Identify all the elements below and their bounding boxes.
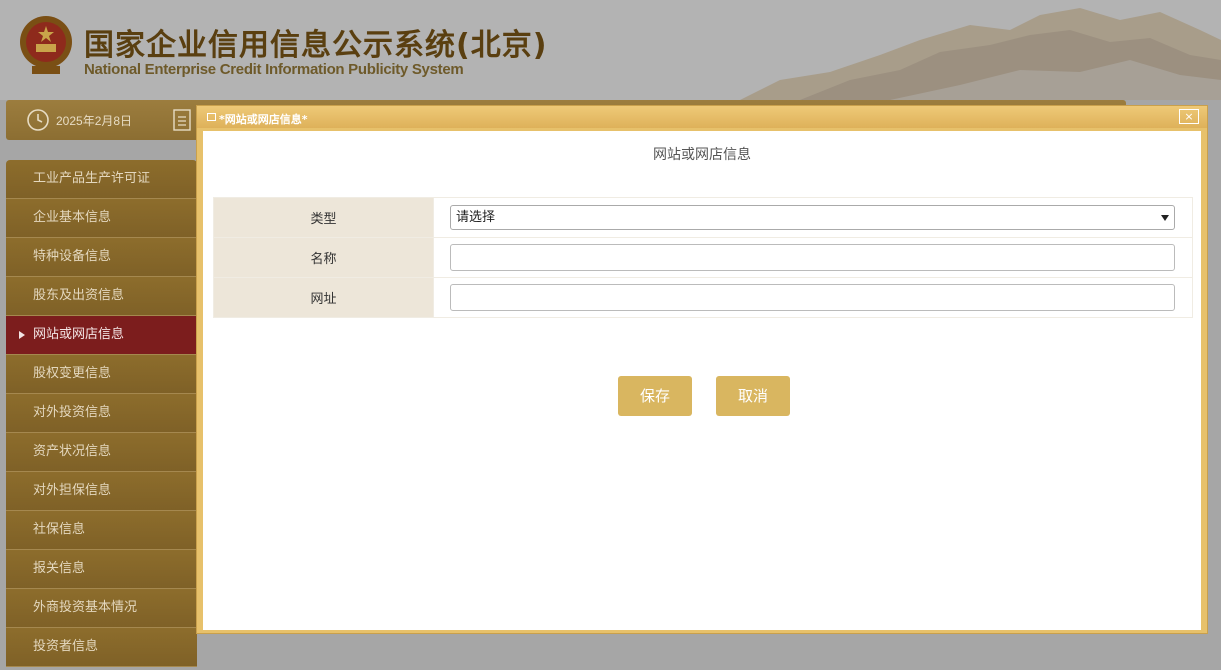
sidebar-item-guarantees[interactable]: 对外担保信息 (6, 472, 197, 511)
sidebar-item-social-security[interactable]: 社保信息 (6, 511, 197, 550)
dialog-body: 网站或网店信息 类型 请选择 名称 网址 保存 取消 (203, 131, 1201, 630)
clock-icon (27, 109, 49, 131)
form-row-name: 名称 (213, 237, 1193, 278)
cancel-button[interactable]: 取消 (716, 376, 790, 416)
mountain-illustration (740, 8, 1221, 100)
url-label: 网址 (213, 277, 434, 318)
form-heading: 网站或网店信息 (653, 147, 751, 163)
sidebar-item-investors[interactable]: 投资者信息 (6, 628, 197, 667)
website-form: 类型 请选择 名称 网址 (213, 197, 1193, 318)
sidebar-item-shareholders[interactable]: 股东及出资信息 (6, 277, 197, 316)
sidebar-nav: 工业产品生产许可证 企业基本信息 特种设备信息 股东及出资信息 网站或网店信息 … (6, 160, 197, 670)
name-label: 名称 (213, 237, 434, 278)
dialog-titlebar[interactable]: *网站或网店信息* × (197, 106, 1207, 128)
site-header: 国家企业信用信息公示系统(北京) National Enterprise Cre… (0, 0, 1221, 100)
name-input[interactable] (450, 244, 1175, 271)
sidebar-item-customs[interactable]: 报关信息 (6, 550, 197, 589)
website-info-dialog: *网站或网店信息* × 网站或网店信息 类型 请选择 名称 网址 保存 取消 (196, 105, 1208, 634)
site-title: 国家企业信用信息公示系统(北京) (84, 28, 548, 63)
close-icon[interactable]: × (1179, 109, 1199, 124)
type-select-value: 请选择 (456, 210, 496, 225)
sidebar-item-website[interactable]: 网站或网店信息 (6, 316, 197, 355)
sidebar-item-foreign-investment[interactable]: 外商投资基本情况 (6, 589, 197, 628)
form-row-type: 类型 请选择 (213, 197, 1193, 238)
national-emblem-icon (20, 16, 72, 74)
sidebar-item-basic-info[interactable]: 企业基本信息 (6, 199, 197, 238)
type-select[interactable]: 请选择 (450, 205, 1175, 230)
url-input[interactable] (450, 284, 1175, 311)
sidebar-item-outbound-investment[interactable]: 对外投资信息 (6, 394, 197, 433)
sidebar-item-assets[interactable]: 资产状况信息 (6, 433, 197, 472)
save-button[interactable]: 保存 (618, 376, 692, 416)
sidebar-item-special-equipment[interactable]: 特种设备信息 (6, 238, 197, 277)
sidebar-item-equity-change[interactable]: 股权变更信息 (6, 355, 197, 394)
document-icon (173, 109, 191, 131)
form-row-url: 网址 (213, 277, 1193, 318)
dialog-title: *网站或网店信息* (219, 113, 308, 126)
dropdown-arrow-icon (1161, 215, 1169, 221)
window-icon (207, 113, 216, 121)
site-subtitle: National Enterprise Credit Information P… (84, 61, 464, 78)
type-label: 类型 (213, 197, 434, 238)
sidebar-item-industrial-license[interactable]: 工业产品生产许可证 (6, 160, 197, 199)
current-date: 2025年2月8日 (56, 114, 133, 128)
